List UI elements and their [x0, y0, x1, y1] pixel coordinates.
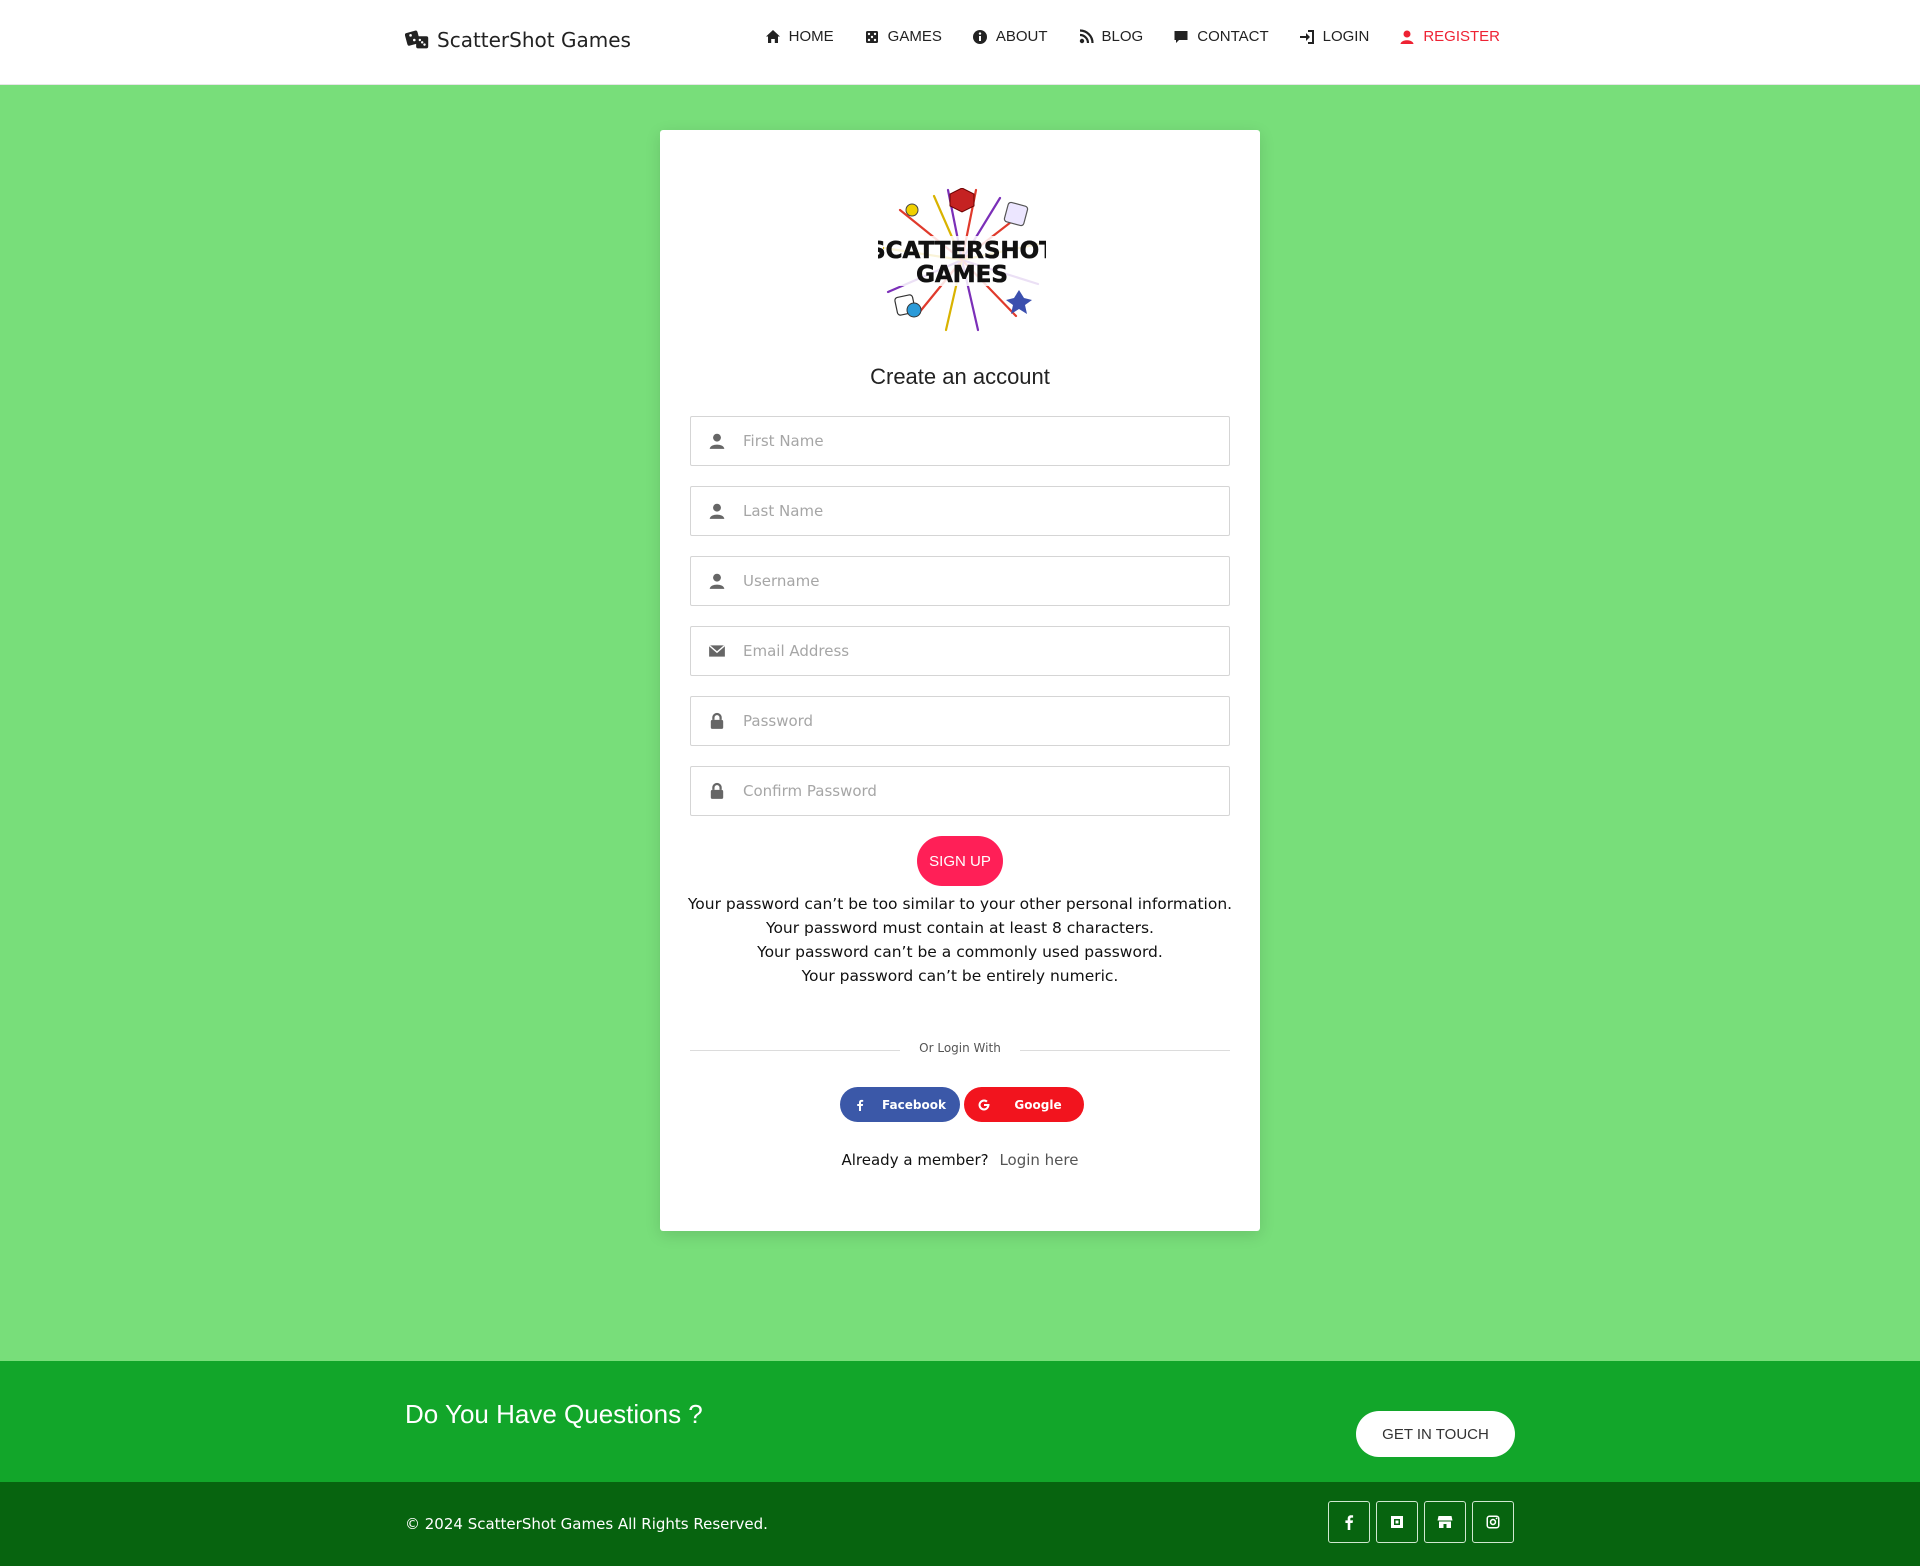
main-nav: HOME GAMES ABOUT BLOG CONTACT LOGIN REGI…: [765, 28, 1500, 45]
comment-icon: [1174, 30, 1188, 43]
nav-about[interactable]: ABOUT: [972, 28, 1048, 45]
brand-link[interactable]: ScatterShot Games: [405, 28, 631, 52]
blog-icon: [1079, 28, 1094, 43]
nav-register[interactable]: REGISTER: [1399, 28, 1500, 45]
register-card: SCATTERSHOT GAMES Create an account SIGN…: [660, 130, 1260, 1231]
nav-contact-label: CONTACT: [1197, 28, 1269, 45]
sign-up-button[interactable]: SIGN UP: [917, 836, 1003, 886]
or-login-divider: Or Login With: [690, 1040, 1230, 1060]
instagram-icon: [1486, 1515, 1500, 1529]
nav-home-label: HOME: [788, 28, 834, 45]
get-in-touch-button[interactable]: GET IN TOUCH: [1356, 1411, 1515, 1457]
facebook-link[interactable]: [1328, 1501, 1370, 1543]
google-login-button[interactable]: Google: [964, 1087, 1084, 1122]
user-icon: [691, 487, 743, 535]
user-icon: [1400, 30, 1414, 44]
facebook-icon: [857, 1099, 864, 1111]
email-input[interactable]: [743, 628, 1229, 674]
logo-word-top: SCATTERSHOT: [878, 238, 1046, 264]
page-title: Create an account: [870, 364, 1050, 389]
password-rule: Your password can’t be too similar to yo…: [687, 895, 1233, 913]
nav-contact[interactable]: CONTACT: [1173, 28, 1269, 45]
logo-word-bottom: GAMES: [916, 262, 1008, 288]
first-name-input[interactable]: [743, 418, 1229, 464]
divider-text: Or Login With: [919, 1041, 1001, 1055]
last-name-field: [690, 486, 1230, 536]
nav-home[interactable]: HOME: [765, 28, 834, 45]
home-icon: [765, 29, 780, 43]
scattershot-logo: SCATTERSHOT GAMES: [878, 188, 1046, 332]
nav-about-label: ABOUT: [995, 28, 1048, 45]
sign-in-icon: [1299, 29, 1314, 44]
first-name-field: [690, 416, 1230, 466]
username-field: [690, 556, 1230, 606]
divider-line: [1020, 1050, 1230, 1051]
password-rule: Your password must contain at least 8 ch…: [766, 919, 1154, 937]
dice-five-icon: [865, 30, 878, 43]
password-field: [690, 696, 1230, 746]
confirm-password-field: [690, 766, 1230, 816]
facebook-icon: [1345, 1515, 1354, 1530]
email-field: [690, 626, 1230, 676]
password-rule: Your password can’t be entirely numeric.: [801, 967, 1119, 985]
last-name-input[interactable]: [743, 488, 1229, 534]
user-icon: [691, 557, 743, 605]
store-icon: [1437, 1516, 1453, 1528]
lock-icon: [691, 697, 743, 745]
instagram-link[interactable]: [1472, 1501, 1514, 1543]
facebook-login-button[interactable]: Facebook: [840, 1087, 960, 1122]
questions-heading: Do You Have Questions ?: [405, 1399, 703, 1429]
lock-icon: [691, 767, 743, 815]
nav-games[interactable]: GAMES: [864, 28, 942, 45]
already-member-row: Already a member? Login here: [660, 1151, 1260, 1169]
username-input[interactable]: [743, 558, 1229, 604]
store-link[interactable]: [1424, 1501, 1466, 1543]
confirm-password-input[interactable]: [743, 768, 1229, 814]
info-circle-icon: [972, 29, 987, 44]
nav-login[interactable]: LOGIN: [1299, 28, 1370, 45]
google-icon: [978, 1099, 990, 1110]
site-header: ScatterShot Games HOME GAMES ABOUT BLOG …: [0, 0, 1920, 85]
nav-login-label: LOGIN: [1322, 28, 1370, 45]
already-member-text: Already a member?: [841, 1151, 989, 1169]
nav-games-label: GAMES: [887, 28, 942, 45]
password-input[interactable]: [743, 698, 1229, 744]
password-rule: Your password can’t be a commonly used p…: [757, 943, 1163, 961]
password-requirements: Your password can’t be too similar to yo…: [660, 892, 1260, 988]
nav-blog-label: BLOG: [1101, 28, 1144, 45]
brand-name: ScatterShot Games: [437, 28, 631, 52]
social-links: [1328, 1501, 1514, 1543]
user-icon: [691, 417, 743, 465]
dice-icon: [405, 30, 429, 49]
site-footer: © 2024 ScatterShot Games All Rights Rese…: [0, 1482, 1920, 1566]
questions-band: Do You Have Questions ? GET IN TOUCH: [0, 1361, 1920, 1482]
envelope-icon: [691, 627, 743, 675]
login-here-link[interactable]: Login here: [999, 1151, 1078, 1169]
nav-blog[interactable]: BLOG: [1078, 28, 1144, 45]
nav-register-label: REGISTER: [1423, 28, 1500, 45]
square-icon: [1391, 1516, 1403, 1528]
copyright-text: © 2024 ScatterShot Games All Rights Rese…: [405, 1515, 768, 1533]
square-link[interactable]: [1376, 1501, 1418, 1543]
